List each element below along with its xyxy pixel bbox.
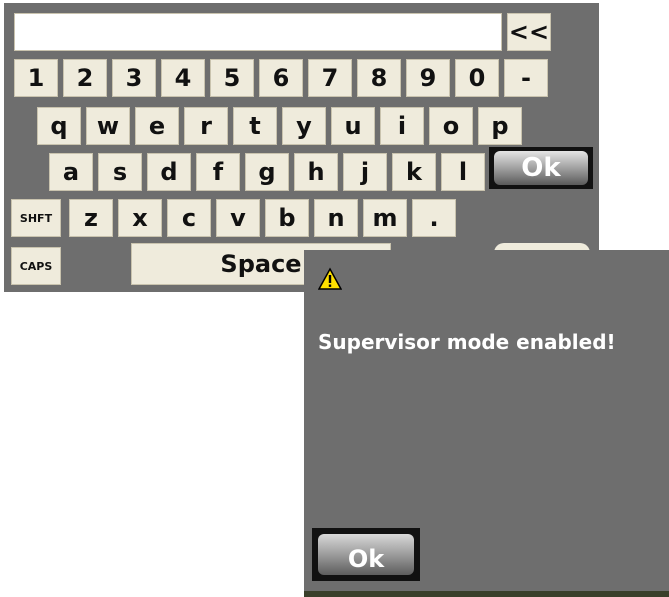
- key-h[interactable]: h: [294, 153, 338, 191]
- key-0[interactable]: 0: [455, 59, 499, 97]
- key-f[interactable]: f: [196, 153, 240, 191]
- key-d[interactable]: d: [147, 153, 191, 191]
- key-5[interactable]: 5: [210, 59, 254, 97]
- key-j[interactable]: j: [343, 153, 387, 191]
- key-dash[interactable]: -: [504, 59, 548, 97]
- key-b[interactable]: b: [265, 199, 309, 237]
- key-p[interactable]: p: [478, 107, 522, 145]
- warning-icon: [318, 267, 342, 290]
- backspace-key[interactable]: <<: [507, 13, 551, 51]
- key-z[interactable]: z: [69, 199, 113, 237]
- key-r[interactable]: r: [184, 107, 228, 145]
- key-y[interactable]: y: [282, 107, 326, 145]
- dialog-ok-label: Ok: [318, 534, 414, 575]
- key-x[interactable]: x: [118, 199, 162, 237]
- onscreen-keyboard: << Ok SHFT CAPS Space 1234567890-qwertyu…: [4, 3, 599, 292]
- key-8[interactable]: 8: [357, 59, 401, 97]
- key-c[interactable]: c: [167, 199, 211, 237]
- dialog-message: Supervisor mode enabled!: [318, 330, 616, 354]
- key-n[interactable]: n: [314, 199, 358, 237]
- key-o[interactable]: o: [429, 107, 473, 145]
- key-s[interactable]: s: [98, 153, 142, 191]
- keyboard-ok-button[interactable]: Ok: [489, 147, 593, 189]
- shift-key[interactable]: SHFT: [11, 199, 61, 237]
- key-t[interactable]: t: [233, 107, 277, 145]
- key-period[interactable]: .: [412, 199, 456, 237]
- alert-dialog: Supervisor mode enabled! Ok: [304, 250, 669, 597]
- key-e[interactable]: e: [135, 107, 179, 145]
- key-7[interactable]: 7: [308, 59, 352, 97]
- dialog-ok-button[interactable]: Ok: [312, 528, 420, 581]
- key-g[interactable]: g: [245, 153, 289, 191]
- key-m[interactable]: m: [363, 199, 407, 237]
- keyboard-ok-label: Ok: [494, 151, 588, 185]
- background-strip: [304, 591, 669, 597]
- text-input[interactable]: [14, 13, 502, 51]
- key-u[interactable]: u: [331, 107, 375, 145]
- key-w[interactable]: w: [86, 107, 130, 145]
- key-a[interactable]: a: [49, 153, 93, 191]
- key-2[interactable]: 2: [63, 59, 107, 97]
- key-q[interactable]: q: [37, 107, 81, 145]
- key-3[interactable]: 3: [112, 59, 156, 97]
- key-6[interactable]: 6: [259, 59, 303, 97]
- key-l[interactable]: l: [441, 153, 485, 191]
- key-1[interactable]: 1: [14, 59, 58, 97]
- caps-key[interactable]: CAPS: [11, 247, 61, 285]
- key-i[interactable]: i: [380, 107, 424, 145]
- key-k[interactable]: k: [392, 153, 436, 191]
- key-v[interactable]: v: [216, 199, 260, 237]
- key-9[interactable]: 9: [406, 59, 450, 97]
- key-4[interactable]: 4: [161, 59, 205, 97]
